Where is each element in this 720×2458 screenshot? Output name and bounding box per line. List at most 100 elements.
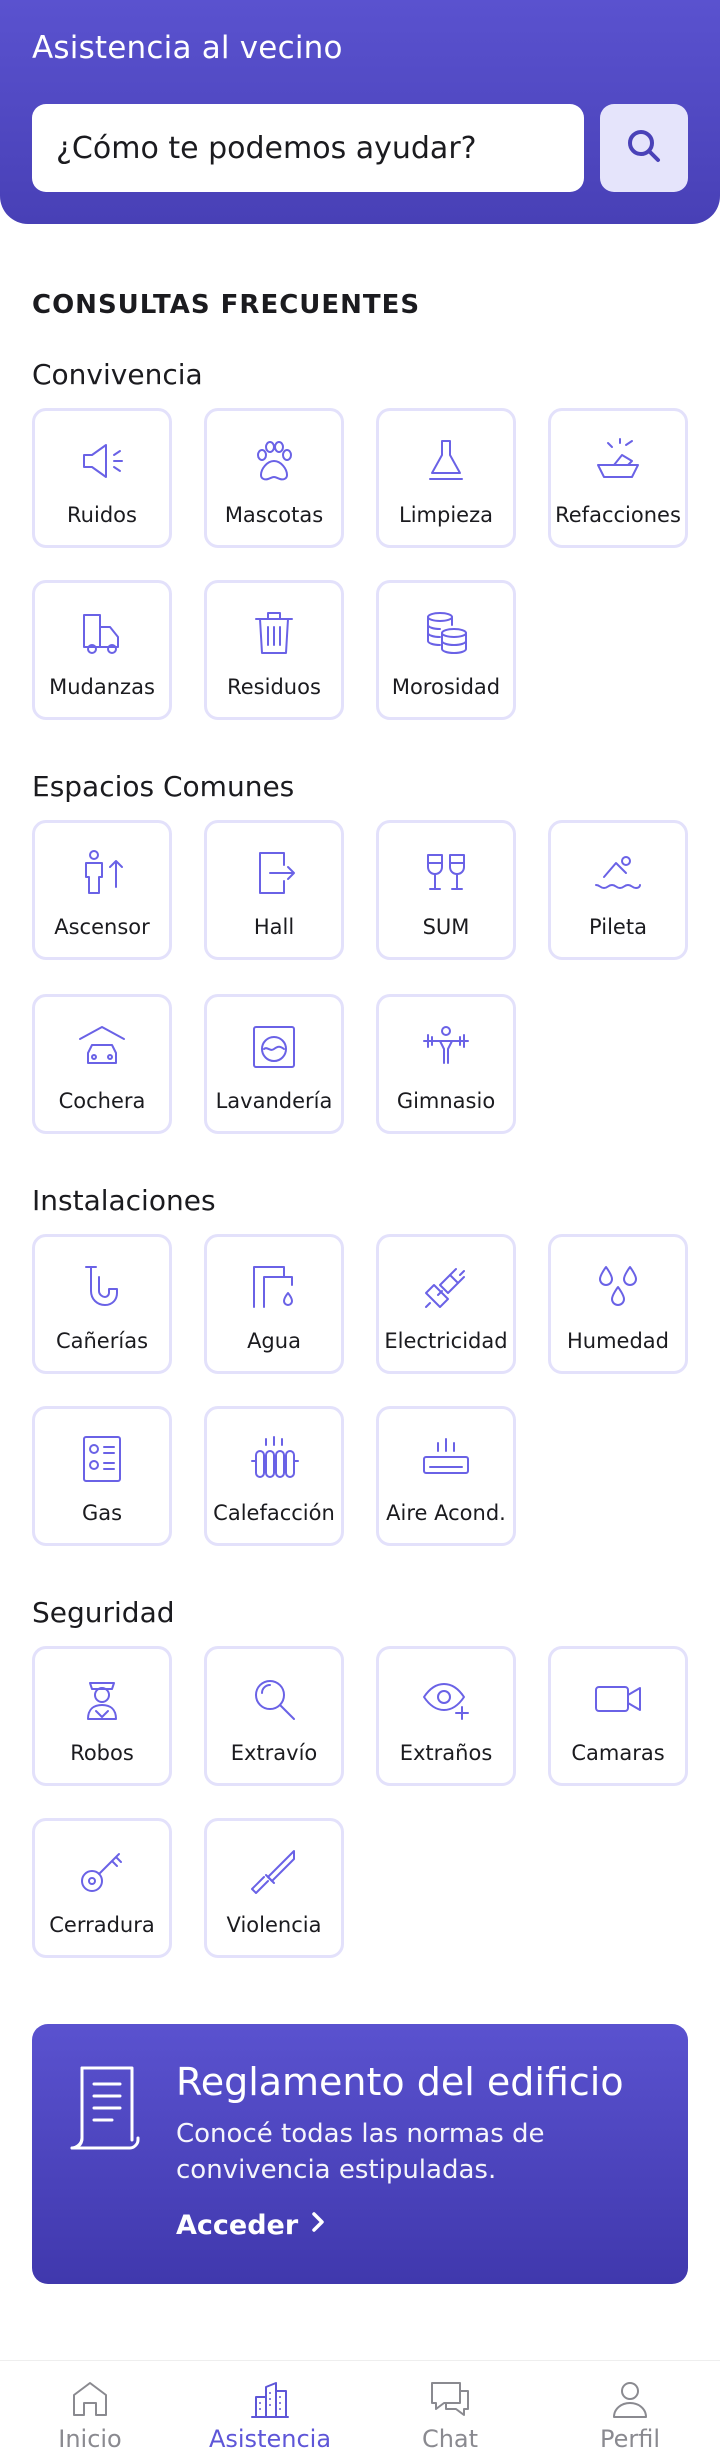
tile-label: Gas [81, 1501, 123, 1525]
chevron-right-icon [308, 2210, 328, 2241]
tile-cerradura[interactable]: Cerradura [32, 1818, 172, 1958]
pipe-icon [76, 1261, 128, 1313]
glasses-toast-icon [420, 847, 472, 899]
tile-label: Aire Acond. [386, 1501, 506, 1525]
garage-car-icon [76, 1021, 128, 1073]
tile-humedad[interactable]: Humedad [548, 1234, 688, 1374]
tile-label: Ruidos [67, 503, 137, 527]
door-enter-icon [248, 847, 300, 899]
tile-canerias[interactable]: Cañerías [32, 1234, 172, 1374]
tile-label: Electricidad [384, 1329, 508, 1353]
tile-mudanzas[interactable]: Mudanzas [32, 580, 172, 720]
document-scroll-icon [68, 2060, 148, 2160]
tile-aire-acond[interactable]: Aire Acond. [376, 1406, 516, 1546]
tile-gas[interactable]: Gas [32, 1406, 172, 1546]
plunger-icon [420, 435, 472, 487]
tile-label: Lavandería [215, 1089, 333, 1113]
tile-label: Agua [247, 1329, 301, 1353]
knife-icon [248, 1845, 300, 1897]
key-icon [76, 1845, 128, 1897]
group-title-instalaciones: Instalaciones [32, 1184, 216, 1217]
paw-icon [248, 435, 300, 487]
banner-access-link[interactable]: Acceder [176, 2210, 328, 2241]
thief-icon [76, 1673, 128, 1725]
tile-label: Pileta [589, 915, 647, 939]
tile-limpieza[interactable]: Limpieza [376, 408, 516, 548]
magnifier-icon [248, 1673, 300, 1725]
gas-stove-icon [76, 1433, 128, 1485]
tile-label: Robos [70, 1741, 134, 1765]
faucet-icon [248, 1261, 300, 1313]
moving-truck-icon [76, 607, 128, 659]
video-camera-icon [592, 1673, 644, 1725]
tile-cochera[interactable]: Cochera [32, 994, 172, 1134]
tab-asistencia[interactable]: Asistencia [180, 2361, 360, 2458]
tile-residuos[interactable]: Residuos [204, 580, 344, 720]
tile-label: Residuos [227, 675, 321, 699]
page-title: Asistencia al vecino [32, 30, 343, 66]
tile-label: Limpieza [399, 503, 493, 527]
building-rules-banner[interactable]: Reglamento del edificio Conocé todas las… [32, 2024, 688, 2284]
tile-refacciones[interactable]: Refacciones [548, 408, 688, 548]
tab-label: Inicio [58, 2425, 122, 2453]
tile-label: Mudanzas [49, 675, 155, 699]
tile-lavanderia[interactable]: Lavandería [204, 994, 344, 1134]
tile-calefaccion[interactable]: Calefacción [204, 1406, 344, 1546]
tab-perfil[interactable]: Perfil [540, 2361, 720, 2458]
tile-hall[interactable]: Hall [204, 820, 344, 960]
faq-title: CONSULTAS FRECUENTES [32, 290, 421, 320]
tile-label: Morosidad [391, 675, 501, 699]
tile-label: SUM [422, 915, 470, 939]
elevator-icon [76, 847, 128, 899]
air-conditioner-icon [420, 1433, 472, 1485]
tile-ruidos[interactable]: Ruidos [32, 408, 172, 548]
tile-violencia[interactable]: Violencia [204, 1818, 344, 1958]
banner-link-label: Acceder [176, 2210, 299, 2241]
banner-title: Reglamento del edificio [176, 2060, 624, 2104]
search-button[interactable] [600, 104, 688, 192]
chat-icon [428, 2377, 472, 2421]
tile-label: Ascensor [54, 915, 150, 939]
megaphone-icon [76, 435, 128, 487]
washing-machine-icon [248, 1021, 300, 1073]
tab-label: Perfil [599, 2425, 661, 2453]
tile-sum[interactable]: SUM [376, 820, 516, 960]
eye-plus-icon [420, 1673, 472, 1725]
tile-agua[interactable]: Agua [204, 1234, 344, 1374]
banner-description: Conocé todas las normas de convivencia e… [176, 2119, 545, 2185]
tile-label: Hall [253, 915, 295, 939]
tile-label: Camaras [571, 1741, 665, 1765]
tile-robos[interactable]: Robos [32, 1646, 172, 1786]
tile-label: Humedad [566, 1329, 669, 1353]
tile-gimnasio[interactable]: Gimnasio [376, 994, 516, 1134]
tile-label: Violencia [226, 1913, 322, 1937]
tile-label: Gimnasio [396, 1089, 496, 1113]
tile-ascensor[interactable]: Ascensor [32, 820, 172, 960]
tile-pileta[interactable]: Pileta [548, 820, 688, 960]
tile-label: Cañerías [55, 1329, 149, 1353]
coins-icon [420, 607, 472, 659]
group-title-seguridad: Seguridad [32, 1596, 175, 1629]
tile-mascotas[interactable]: Mascotas [204, 408, 344, 548]
tile-morosidad[interactable]: Morosidad [376, 580, 516, 720]
radiator-icon [248, 1433, 300, 1485]
tile-electricidad[interactable]: Electricidad [376, 1234, 516, 1374]
buildings-icon [248, 2377, 292, 2421]
tile-extranos[interactable]: Extraños [376, 1646, 516, 1786]
user-icon [608, 2377, 652, 2421]
tab-label: Chat [421, 2425, 479, 2453]
search-input[interactable] [32, 104, 584, 192]
trowel-icon [592, 435, 644, 487]
tile-extravio[interactable]: Extravío [204, 1646, 344, 1786]
tab-chat[interactable]: Chat [360, 2361, 540, 2458]
group-title-espacios-comunes: Espacios Comunes [32, 770, 295, 803]
tile-camaras[interactable]: Camaras [548, 1646, 688, 1786]
bottom-tab-bar: Inicio Asistencia Chat Perfil [0, 2360, 720, 2458]
tile-label: Extravío [230, 1741, 318, 1765]
tab-inicio[interactable]: Inicio [0, 2361, 180, 2458]
group-title-convivencia: Convivencia [32, 358, 203, 391]
tab-label: Asistencia [208, 2425, 332, 2453]
plug-icon [420, 1261, 472, 1313]
tile-label: Refacciones [555, 503, 681, 527]
tile-label: Mascotas [224, 503, 324, 527]
